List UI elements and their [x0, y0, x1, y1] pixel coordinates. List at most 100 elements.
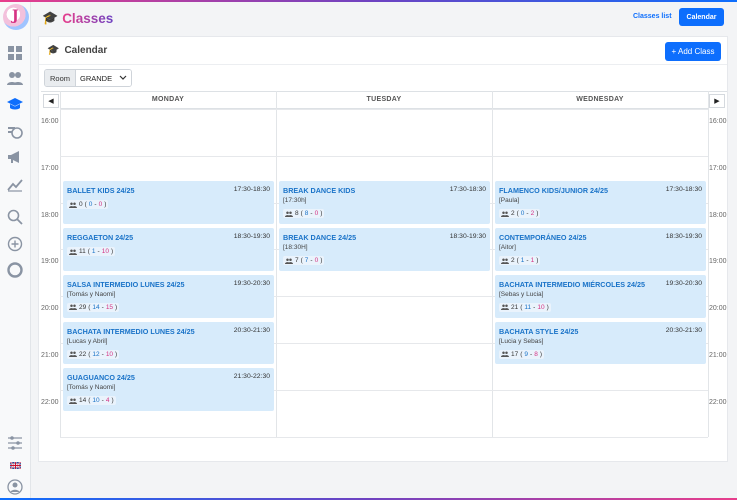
enrollment-total: 11 [79, 248, 86, 255]
class-time: 17:30-18:30 [449, 186, 486, 194]
class-name[interactable]: BALLET KIDS 24/25 [67, 186, 135, 195]
class-event[interactable]: REGGAETON 24/25 18:30-19:30 11(1-10) [63, 228, 274, 271]
day-header-tuesday: TUESDAY [276, 91, 492, 109]
time-label-right: 18:00 [709, 211, 727, 219]
dashboard-icon[interactable] [6, 44, 24, 62]
enrollment-group-b: 1 [530, 257, 535, 264]
enrollment-count: 11(1-10) [67, 247, 116, 256]
enrollment-separator: - [101, 303, 104, 311]
class-name[interactable]: CONTEMPORÁNEO 24/25 [499, 233, 586, 242]
hour-gridline [60, 436, 708, 438]
people-icon [285, 258, 293, 264]
enrollment-count: 22(12-10) [67, 349, 120, 359]
class-name[interactable]: GUAGUANCO 24/25 [67, 373, 135, 382]
class-name[interactable]: BACHATA INTERMEDIO MIÉRCOLES 24/25 [499, 280, 645, 289]
hour-gridline [60, 155, 708, 157]
room-select[interactable]: GRANDE [76, 70, 132, 86]
page-title-text: Classes [62, 10, 114, 26]
class-name[interactable]: BACHATA INTERMEDIO LUNES 24/25 [67, 327, 195, 336]
enrollment-group-a: 12 [92, 350, 100, 358]
time-label-right: 17:00 [709, 164, 727, 172]
enrollment-paren: ) [320, 210, 323, 218]
classes-list-link[interactable]: Classes list [633, 13, 672, 20]
enrollment-paren: ) [539, 350, 542, 358]
enrollment-paren: ( [300, 210, 303, 218]
grid-column-divider [276, 91, 277, 437]
class-teacher: [Lucia y Sebas] [499, 337, 544, 345]
enrollment-paren: ) [110, 248, 114, 255]
class-time: 18:30-19:30 [665, 233, 702, 240]
app-logo[interactable]: J [3, 4, 29, 30]
enrollment-group-a: 1 [520, 257, 525, 264]
graduation-cap-icon: 🎓 [47, 45, 60, 56]
enrollment-paren: ( [88, 350, 91, 358]
enrollment-total: 14 [79, 397, 87, 405]
add-circle-icon[interactable] [6, 235, 24, 253]
prev-week-button[interactable]: ◀ [43, 94, 59, 108]
class-event[interactable]: GUAGUANCO 24/25 21:30-22:30 [Tomás y Naomi… [63, 368, 274, 412]
people-icon [69, 351, 77, 358]
class-name[interactable]: BREAK DANCE KIDS [283, 186, 355, 195]
enrollment-total: 2 [511, 210, 515, 218]
calendar-button[interactable]: Calendar [679, 8, 724, 26]
class-event[interactable]: BREAK DANCE 24/25 18:30-19:30 [18:30H] 7(7-… [279, 228, 490, 271]
enrollment-paren: ( [87, 248, 90, 255]
users-icon[interactable] [6, 69, 24, 87]
enrollment-separator: - [101, 350, 104, 358]
time-label-left: 17:00 [41, 164, 59, 172]
user-account-icon[interactable] [6, 478, 24, 496]
enrollment-total: 22 [79, 350, 87, 358]
help-lifebuoy-icon[interactable] [6, 261, 24, 279]
class-name[interactable]: SALSA INTERMEDIO LUNES 24/25 [67, 280, 185, 289]
room-selector[interactable]: Room GRANDE [44, 69, 133, 87]
search-icon[interactable] [6, 208, 24, 226]
class-name[interactable]: BACHATA STYLE 24/25 [499, 327, 578, 336]
class-event[interactable]: CONTEMPORÁNEO 24/25 18:30-19:30 [Aitor] 2(1… [495, 228, 706, 271]
enrollment-separator: - [101, 397, 104, 405]
enrollment-group-b: 10 [101, 248, 109, 255]
time-label-left: 21:00 [41, 352, 59, 359]
next-week-button[interactable]: ▶ [709, 94, 725, 108]
enrollment-separator: - [310, 210, 313, 218]
time-label-right: 16:00 [709, 118, 727, 125]
class-time: 18:30-19:30 [233, 233, 270, 240]
enrollment-paren: ) [546, 303, 549, 311]
page-header: 🎓 Classes Classes list Calendar [38, 6, 728, 32]
graduation-cap-icon: 🎓 [42, 10, 59, 25]
add-class-button[interactable]: + Add Class [665, 42, 721, 61]
people-icon [501, 304, 509, 311]
time-label-left: 22:00 [41, 398, 59, 406]
enrollment-separator: - [310, 257, 313, 264]
enrollment-paren: ( [520, 303, 523, 311]
class-name[interactable]: BREAK DANCE 24/25 [283, 233, 356, 242]
class-event[interactable]: BACHATA STYLE 24/25 20:30-21:30 [Lucia y S… [495, 321, 706, 365]
settings-sliders-icon[interactable] [6, 434, 24, 452]
megaphone-icon[interactable] [6, 148, 24, 166]
class-name[interactable]: FLAMENCO KIDS/JUNIOR 24/25 [499, 186, 608, 195]
enrollment-total: 17 [511, 350, 519, 358]
enrollment-group-a: 0 [520, 210, 525, 218]
enrollment-group-b: 10 [105, 350, 114, 358]
class-event[interactable]: SALSA INTERMEDIO LUNES 24/25 19:30-20:30 [… [63, 274, 274, 318]
class-event[interactable]: BACHATA INTERMEDIO MIÉRCOLES 24/25 19:30-… [495, 274, 706, 318]
uk-flag-icon[interactable] [6, 456, 24, 474]
enrollment-total: 2 [511, 257, 515, 264]
enrollment-group-a: 1 [91, 248, 96, 255]
time-label-left: 16:00 [41, 118, 59, 125]
class-event[interactable]: FLAMENCO KIDS/JUNIOR 24/25 17:30-18:30 [Pa… [495, 181, 706, 224]
class-time: 19:30-20:30 [665, 279, 702, 287]
billing-icon[interactable] [6, 123, 24, 141]
grid-column-divider [492, 91, 493, 437]
page-title: 🎓 Classes [42, 10, 113, 26]
enrollment-paren: ) [320, 257, 323, 264]
class-event[interactable]: BREAK DANCE KIDS 17:30-18:30 [17:30h] 8(8-0… [279, 181, 490, 224]
class-name[interactable]: REGGAETON 24/25 [67, 233, 133, 242]
class-event[interactable]: BALLET KIDS 24/25 17:30-18:30 0(0-0) [63, 181, 274, 224]
class-event[interactable]: BACHATA INTERMEDIO LUNES 24/25 20:30-21:3… [63, 321, 274, 365]
enrollment-separator: - [533, 303, 536, 311]
enrollment-total: 29 [79, 303, 87, 311]
time-label-left: 20:00 [41, 305, 59, 313]
graduation-cap-icon[interactable] [6, 95, 24, 113]
stats-chart-icon[interactable] [6, 175, 24, 193]
calendar-grid: ◀ ▶ MONDAY TUESDAY WEDNESDAY 16:00 16:00 1… [41, 91, 727, 438]
